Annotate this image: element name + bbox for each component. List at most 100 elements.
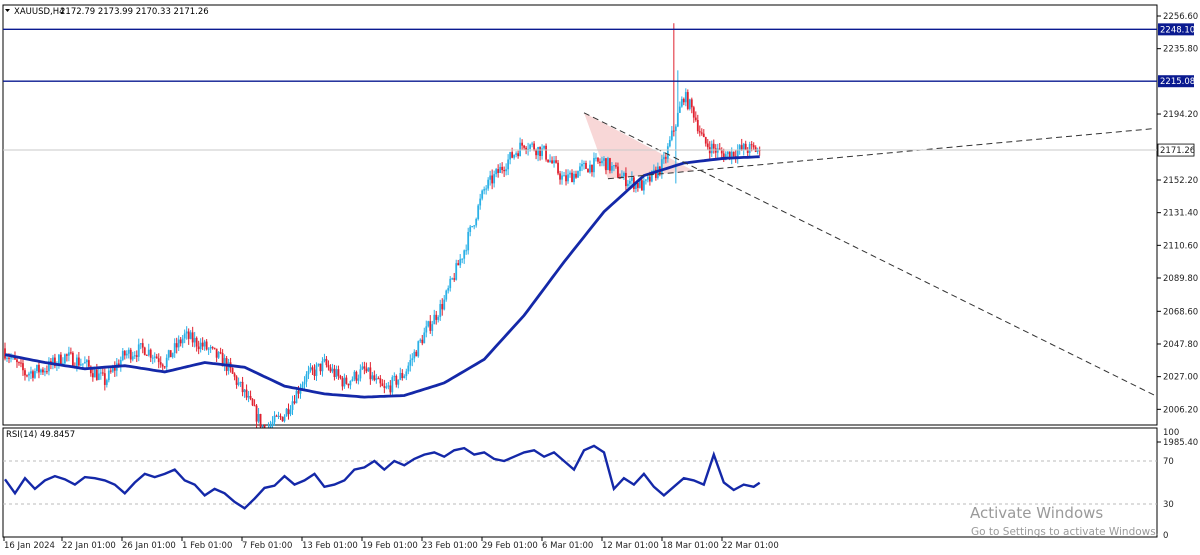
candle-body bbox=[371, 375, 374, 380]
candle-body bbox=[46, 371, 48, 373]
candle-body bbox=[311, 367, 314, 370]
candle-body bbox=[105, 380, 108, 385]
candle-body bbox=[449, 278, 452, 289]
candle-body bbox=[485, 188, 488, 190]
candle-body bbox=[281, 416, 284, 422]
time-tick-label: 7 Feb 01:00 bbox=[242, 541, 292, 551]
time-tick-label: 26 Jan 01:00 bbox=[122, 541, 176, 551]
candle-body bbox=[381, 383, 384, 387]
price-tick-label: 1985.40 bbox=[1163, 438, 1198, 448]
candle-body bbox=[585, 163, 587, 169]
candle-body bbox=[640, 180, 643, 191]
candle-body bbox=[30, 371, 32, 374]
time-tick-label: 13 Feb 01:00 bbox=[302, 541, 358, 551]
candle-body bbox=[163, 366, 166, 368]
candle-body bbox=[377, 378, 380, 380]
rsi-tick-label: 70 bbox=[1163, 457, 1174, 467]
price-tags: 2248.10 2215.08 2171.26 bbox=[1157, 23, 1195, 157]
candle-body bbox=[678, 106, 681, 113]
candle-body bbox=[644, 179, 647, 181]
candle-body bbox=[393, 375, 396, 378]
candle-body bbox=[141, 343, 144, 348]
candle-body bbox=[75, 357, 78, 368]
candle-body bbox=[505, 169, 508, 172]
candle-body bbox=[563, 175, 565, 177]
candle-body bbox=[487, 179, 490, 189]
candle-body bbox=[704, 137, 707, 144]
candle-body bbox=[457, 263, 460, 266]
candle-body bbox=[698, 131, 701, 133]
candle-body bbox=[712, 143, 715, 149]
candle-body bbox=[507, 159, 510, 170]
candle-body bbox=[706, 143, 709, 148]
candle-body bbox=[453, 278, 456, 280]
candle-body bbox=[603, 158, 605, 161]
candle-body bbox=[529, 144, 531, 149]
candle-body bbox=[63, 354, 66, 364]
candle-body bbox=[401, 372, 404, 378]
candle-body bbox=[87, 360, 90, 367]
candle-body bbox=[321, 361, 324, 372]
candle-body bbox=[34, 371, 36, 378]
candle-body bbox=[373, 375, 376, 381]
price-tick-label: 2047.80 bbox=[1163, 340, 1198, 350]
candle-body bbox=[161, 364, 164, 367]
rsi-tick-label: 100 bbox=[1163, 428, 1179, 438]
candle-body bbox=[309, 367, 312, 371]
candle-body bbox=[65, 354, 68, 356]
candle-body bbox=[742, 143, 745, 150]
candle-body bbox=[121, 351, 124, 361]
candle-body bbox=[317, 363, 320, 366]
candle-body bbox=[153, 356, 156, 358]
candle-body bbox=[403, 376, 406, 378]
candle-body bbox=[752, 145, 755, 148]
candle-body bbox=[613, 165, 615, 167]
candle-body bbox=[81, 363, 84, 365]
price-tick-label: 2006.20 bbox=[1163, 405, 1198, 415]
candle-body bbox=[325, 358, 328, 366]
candle-body bbox=[147, 349, 150, 356]
candle-body bbox=[483, 189, 486, 191]
candle-body bbox=[535, 150, 537, 156]
candle-body bbox=[95, 369, 98, 380]
candle-body bbox=[383, 386, 386, 388]
candle-body bbox=[349, 380, 352, 386]
price-tick-label: 2131.40 bbox=[1163, 209, 1198, 219]
candle-body bbox=[716, 148, 719, 153]
candle-body bbox=[399, 372, 402, 380]
candle-body bbox=[407, 365, 410, 372]
candle-body bbox=[672, 130, 675, 132]
candle-body bbox=[16, 359, 18, 363]
candle-body bbox=[333, 368, 336, 377]
candle-body bbox=[67, 352, 70, 356]
candle-body bbox=[235, 376, 238, 385]
candle-body bbox=[375, 378, 378, 381]
candle-body bbox=[269, 425, 272, 428]
candle-body bbox=[359, 369, 362, 379]
candle-body bbox=[595, 157, 597, 159]
candle-body bbox=[517, 153, 520, 157]
candle-body bbox=[551, 160, 553, 164]
candle-body bbox=[666, 146, 669, 159]
candle-body bbox=[295, 390, 298, 404]
candle-body bbox=[189, 332, 192, 339]
candle-body bbox=[477, 205, 480, 219]
candle-body bbox=[351, 379, 354, 381]
candle-body bbox=[419, 339, 422, 342]
candle-body bbox=[171, 353, 174, 358]
candle-body bbox=[26, 375, 28, 377]
candle-body bbox=[684, 92, 687, 103]
candle-body bbox=[561, 175, 563, 180]
candle-body bbox=[289, 409, 292, 415]
candle-body bbox=[285, 408, 288, 417]
candle-body bbox=[283, 416, 286, 422]
candle-body bbox=[77, 357, 80, 366]
candle-body bbox=[135, 355, 138, 357]
candle-body bbox=[623, 172, 625, 177]
candle-body bbox=[740, 145, 743, 150]
candle-body bbox=[259, 413, 262, 428]
candle-body bbox=[539, 147, 541, 156]
candle-body bbox=[109, 370, 112, 372]
candle-body bbox=[231, 368, 234, 374]
candle-body bbox=[253, 405, 256, 407]
